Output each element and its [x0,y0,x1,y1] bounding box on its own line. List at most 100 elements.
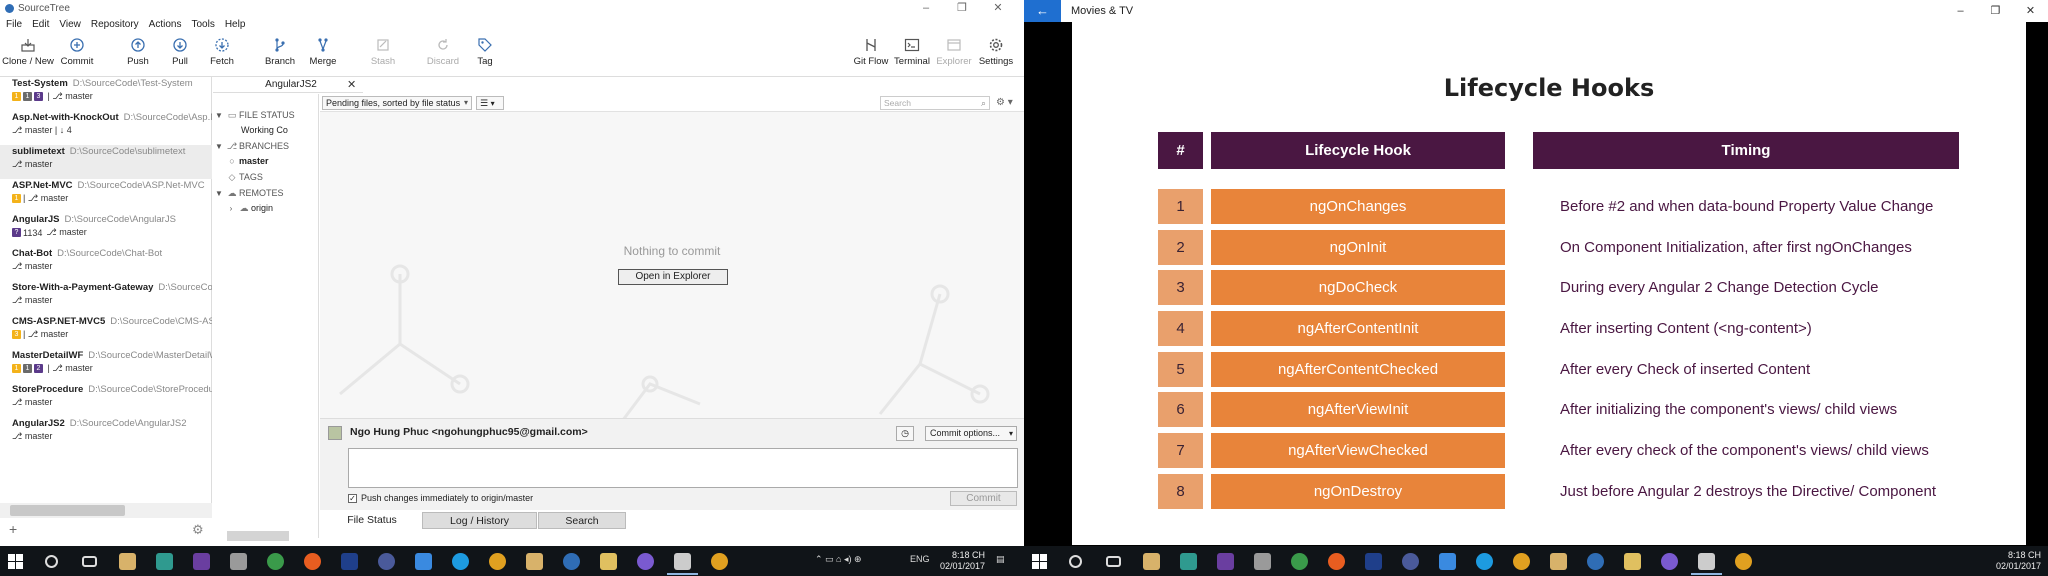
chrome-icon[interactable] [489,553,506,570]
repo-item[interactable]: CMS-ASP.NET-MVC5D:\SourceCode\CMS-ASP.N … [0,315,212,349]
windows-start-icon[interactable] [1032,554,1047,569]
tab-log-history[interactable]: Log / History [422,512,537,529]
taskbar-clock[interactable]: 8:18 CH 02/01/2017 [930,550,985,572]
merge-button[interactable]: Merge [307,34,339,74]
folder-icon[interactable] [1624,553,1641,570]
terminal-button[interactable]: Terminal [893,34,931,74]
sourcetree-icon[interactable] [563,553,580,570]
chrome-icon[interactable] [1513,553,1530,570]
app-icon[interactable] [156,553,173,570]
sidebar-file-status[interactable]: ▼ ▭ FILE STATUS [213,108,295,122]
folder-icon[interactable] [600,553,617,570]
menu-tools[interactable]: Tools [191,19,214,30]
push-immediately-checkbox[interactable]: ✓ Push changes immediately to origin/mas… [348,493,533,503]
commit-submit-button[interactable]: Commit [950,491,1017,506]
skype-icon[interactable] [1476,553,1493,570]
minimize-button[interactable]: – [908,0,944,16]
repo-item-selected[interactable]: sublimetext D:\SourceCode\sublimetext ⎇ m… [0,145,212,179]
menu-edit[interactable]: Edit [32,19,49,30]
menu-repository[interactable]: Repository [91,19,139,30]
view-options-gear-icon[interactable]: ⚙ ▾ [996,96,1022,110]
file-explorer-icon[interactable] [1143,553,1160,570]
file-explorer-icon[interactable] [526,553,543,570]
commit-message-input[interactable] [348,448,1018,488]
app-icon[interactable] [1180,553,1197,570]
app-icon[interactable] [1402,553,1419,570]
history-clock-button[interactable]: ◷ [896,426,914,441]
minimize-button[interactable]: – [1943,0,1978,22]
pull-button[interactable]: Pull [166,34,194,74]
maximize-button[interactable]: ❐ [944,0,980,16]
clone-new-button[interactable]: Clone / New [2,34,54,74]
app-icon[interactable] [378,553,395,570]
repo-item[interactable]: AngularJS D:\SourceCode\AngularJS ? 1134 ⎇ … [0,213,212,247]
repo-item[interactable]: Asp.Net-with-KnockOutD:\SourceCode\Asp.N… [0,111,212,145]
windows-start-icon[interactable] [8,554,23,569]
menu-file[interactable]: File [6,19,22,30]
menu-view[interactable]: View [59,19,81,30]
explorer-button[interactable]: Explorer [936,34,972,74]
app-icon[interactable] [1328,553,1345,570]
repo-list-scroll-thumb[interactable] [10,505,125,516]
sidebar-branch-master[interactable]: ○ master [225,154,268,168]
viber-icon[interactable] [1661,553,1678,570]
add-repo-button[interactable]: + [9,521,17,537]
app-icon[interactable] [267,553,284,570]
push-button[interactable]: Push [124,34,152,74]
language-indicator[interactable]: ENG [910,554,930,564]
sidebar-branches[interactable]: ▼ ⎇ BRANCHES [213,139,289,153]
photoshop-icon[interactable] [1365,553,1382,570]
chrome-icon[interactable] [1735,553,1752,570]
close-button[interactable]: ✕ [2013,0,2048,22]
repo-item[interactable]: ASP.Net-MVC D:\SourceCode\ASP.Net-MVC 1 | … [0,179,212,213]
tools-icon[interactable] [1254,553,1271,570]
search-icon[interactable] [45,555,58,568]
app-icon[interactable] [415,553,432,570]
file-explorer-icon[interactable] [119,553,136,570]
back-arrow-icon[interactable]: ← [1024,0,1061,22]
sidebar-scrollbar[interactable] [227,531,289,541]
tab-search[interactable]: Search [538,512,626,529]
commit-options-select[interactable]: Commit options... ▾ [925,426,1017,441]
repo-item[interactable]: Test-System D:\SourceCode\Test-System 113… [0,77,212,111]
repo-item[interactable]: Store-With-a-Payment-GatewayD:\SourceCod… [0,281,212,315]
close-tab-icon[interactable]: ✕ [347,78,356,91]
photoshop-icon[interactable] [341,553,358,570]
video-slide[interactable]: Lifecycle Hooks # Lifecycle Hook Timing … [1072,22,2026,545]
repo-item[interactable]: MasterDetailWF D:\SourceCode\MasterDetail… [0,349,212,383]
system-tray-icons[interactable]: ⌃ ▭ ⌂ ◂) ⊕ [815,554,862,565]
open-in-explorer-button[interactable]: Open in Explorer [618,269,728,285]
search-input[interactable]: Search ⌕ [880,96,990,110]
sort-select[interactable]: Pending files, sorted by file status ▾ [322,96,472,110]
visual-studio-icon[interactable] [1217,553,1234,570]
visual-studio-icon[interactable] [193,553,210,570]
repo-item[interactable]: StoreProcedure D:\SourceCode\StoreProcedu… [0,383,212,417]
tools-icon[interactable] [230,553,247,570]
repo-item[interactable]: Chat-Bot D:\SourceCode\Chat-Bot ⎇ master [0,247,212,281]
sidebar-working-copy[interactable]: Working Co [241,123,288,137]
fetch-button[interactable]: Fetch [207,34,237,74]
app-icon[interactable] [1439,553,1456,570]
git-flow-button[interactable]: Git Flow [853,34,889,74]
repo-item[interactable]: AngularJS2 D:\SourceCode\AngularJS2 ⎇ mas… [0,417,212,451]
sidebar-remotes[interactable]: ▼ ☁ REMOTES [213,186,283,200]
view-mode-select[interactable]: ☰ ▾ [476,96,504,110]
settings-button[interactable]: Settings [978,34,1014,74]
close-button[interactable]: ✕ [980,0,1016,16]
viber-icon[interactable] [637,553,654,570]
app-icon[interactable] [1291,553,1308,570]
skype-icon[interactable] [452,553,469,570]
menu-actions[interactable]: Actions [149,19,182,30]
repo-settings-gear-icon[interactable]: ⚙ [192,522,204,538]
sidebar-remote-origin[interactable]: › ☁ origin [225,201,273,215]
taskbar-clock[interactable]: 8:18 CH 02/01/2017 [1986,550,2041,572]
task-view-icon[interactable] [1106,556,1121,567]
movies-tv-icon[interactable] [1698,553,1715,570]
branch-button[interactable]: Branch [264,34,296,74]
sourcetree-icon[interactable] [1587,553,1604,570]
task-view-icon[interactable] [82,556,97,567]
maximize-button[interactable]: ❐ [1978,0,2013,22]
search-icon[interactable] [1069,555,1082,568]
sidebar-tags[interactable]: ◇ TAGS [213,170,263,184]
menu-help[interactable]: Help [225,19,246,30]
